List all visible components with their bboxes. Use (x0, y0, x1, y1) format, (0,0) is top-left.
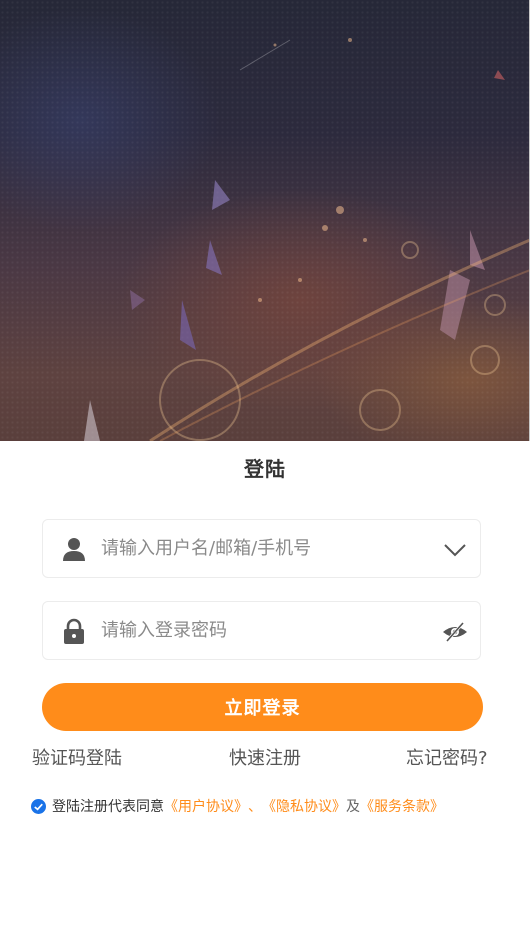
agreement-separator: 、 (248, 799, 262, 815)
privacy-link[interactable]: 《隐私协议》 (262, 796, 346, 816)
forgot-password-link[interactable]: 忘记密码? (406, 744, 488, 770)
hero-decoration (84, 38, 530, 441)
agreement-prefix: 登陆注册代表同意 (52, 799, 164, 815)
user-agreement-link[interactable]: 《用户协议》 (164, 796, 248, 816)
chevron-down-icon[interactable] (442, 537, 468, 563)
register-link[interactable]: 快速注册 (229, 744, 301, 770)
username-field[interactable] (42, 519, 481, 578)
terms-link[interactable]: 《服务条款》 (360, 796, 444, 816)
hero-banner-image (0, 0, 530, 441)
user-icon (63, 538, 85, 561)
password-input[interactable] (101, 602, 421, 659)
login-button[interactable]: 立即登录 (42, 683, 483, 731)
agreement-and: 及 (346, 799, 360, 815)
lock-icon (64, 618, 84, 644)
password-field[interactable] (42, 601, 481, 660)
sms-login-link[interactable]: 验证码登陆 (32, 744, 122, 770)
eye-hidden-icon[interactable] (442, 619, 468, 645)
agreement-row: 登陆注册代表同意 《用户协议》 、 《隐私协议》 及 《服务条款》 (31, 796, 444, 816)
page-title: 登陆 (244, 457, 286, 481)
check-circle-icon[interactable] (31, 798, 46, 814)
username-input[interactable] (101, 520, 421, 577)
